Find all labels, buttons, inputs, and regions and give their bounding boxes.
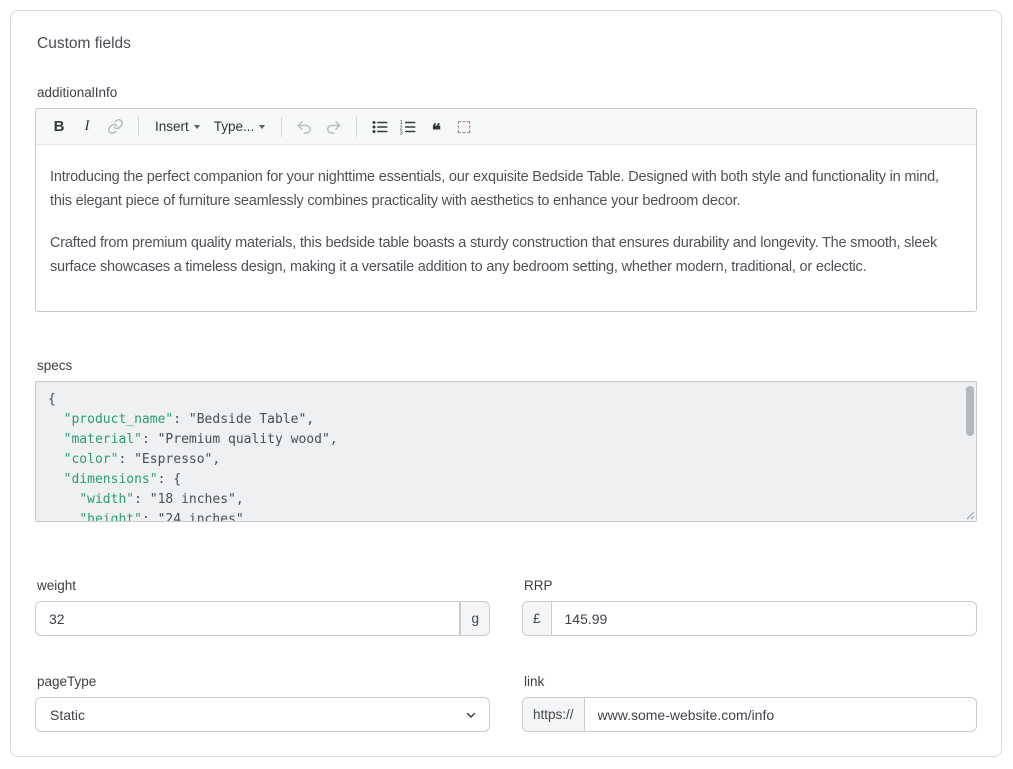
toolbar-divider	[281, 117, 282, 137]
page-type-field: pageType Static	[35, 674, 490, 732]
page-title: Custom fields	[37, 35, 977, 53]
code-sample-button[interactable]	[451, 114, 477, 140]
code-line: {	[48, 390, 952, 410]
chevron-down-icon	[259, 125, 265, 129]
chevron-down-icon	[465, 709, 477, 721]
link-icon	[107, 118, 124, 135]
blockquote-button[interactable]: ❝	[423, 114, 449, 140]
rte-paragraph: Introducing the perfect companion for yo…	[50, 165, 962, 213]
svg-text:3: 3	[400, 130, 403, 136]
type-dropdown-label: Type...	[214, 119, 255, 134]
specs-code: { "product_name": "Bedside Table", "mate…	[48, 390, 952, 522]
code-line: "material": "Premium quality wood",	[48, 430, 952, 450]
weight-label: weight	[37, 578, 490, 593]
link-label: link	[524, 674, 977, 689]
rte-toolbar: B I Insert Type...	[36, 109, 976, 145]
type-dropdown[interactable]: Type...	[208, 114, 272, 140]
chevron-down-icon	[194, 125, 200, 129]
code-line: "dimensions": {	[48, 470, 952, 490]
resize-handle-icon[interactable]	[963, 508, 975, 520]
code-line: "product_name": "Bedside Table",	[48, 410, 952, 430]
specs-label: specs	[37, 358, 977, 373]
additional-info-label: additionalInfo	[37, 85, 977, 100]
page-type-selected-value: Static	[50, 707, 85, 723]
custom-fields-panel: Custom fields additionalInfo B I Insert …	[10, 10, 1002, 757]
code-line: "color": "Espresso",	[48, 450, 952, 470]
specs-code-editor[interactable]: { "product_name": "Bedside Table", "mate…	[35, 381, 977, 522]
redo-icon	[324, 118, 342, 136]
rrp-input[interactable]	[552, 601, 977, 636]
dashed-box-icon	[458, 121, 470, 133]
link-button[interactable]	[102, 114, 128, 140]
toolbar-divider	[356, 117, 357, 137]
numbered-list-button[interactable]: 1 2 3	[395, 114, 421, 140]
rrp-label: RRP	[524, 578, 977, 593]
bullet-list-button[interactable]	[367, 114, 393, 140]
undo-button[interactable]	[292, 114, 318, 140]
weight-unit-suffix: g	[460, 601, 490, 636]
italic-button[interactable]: I	[74, 114, 100, 140]
weight-input[interactable]	[35, 601, 460, 636]
undo-icon	[296, 118, 314, 136]
currency-prefix: £	[522, 601, 552, 636]
redo-button[interactable]	[320, 114, 346, 140]
link-input[interactable]	[585, 697, 977, 732]
rte-paragraph: Crafted from premium quality materials, …	[50, 231, 962, 279]
link-field: link https://	[522, 674, 977, 732]
rich-text-editor: B I Insert Type...	[35, 108, 977, 312]
toolbar-divider	[138, 117, 139, 137]
code-line: "width": "18 inches",	[48, 490, 952, 510]
rrp-field: RRP £	[522, 578, 977, 636]
insert-dropdown-label: Insert	[155, 119, 189, 134]
weight-field: weight g	[35, 578, 490, 636]
scrollbar-thumb[interactable]	[966, 386, 974, 436]
rte-content[interactable]: Introducing the perfect companion for yo…	[36, 145, 976, 311]
page-type-select[interactable]: Static	[35, 697, 490, 732]
numbered-list-icon: 1 2 3	[399, 118, 417, 136]
insert-dropdown[interactable]: Insert	[149, 114, 206, 140]
blockquote-icon: ❝	[432, 126, 441, 136]
bullet-list-icon	[371, 118, 389, 136]
bold-button[interactable]: B	[46, 114, 72, 140]
page-type-label: pageType	[37, 674, 490, 689]
protocol-prefix: https://	[522, 697, 585, 732]
code-line: "height": "24 inches",	[48, 510, 952, 522]
vertical-scrollbar[interactable]	[965, 384, 974, 519]
